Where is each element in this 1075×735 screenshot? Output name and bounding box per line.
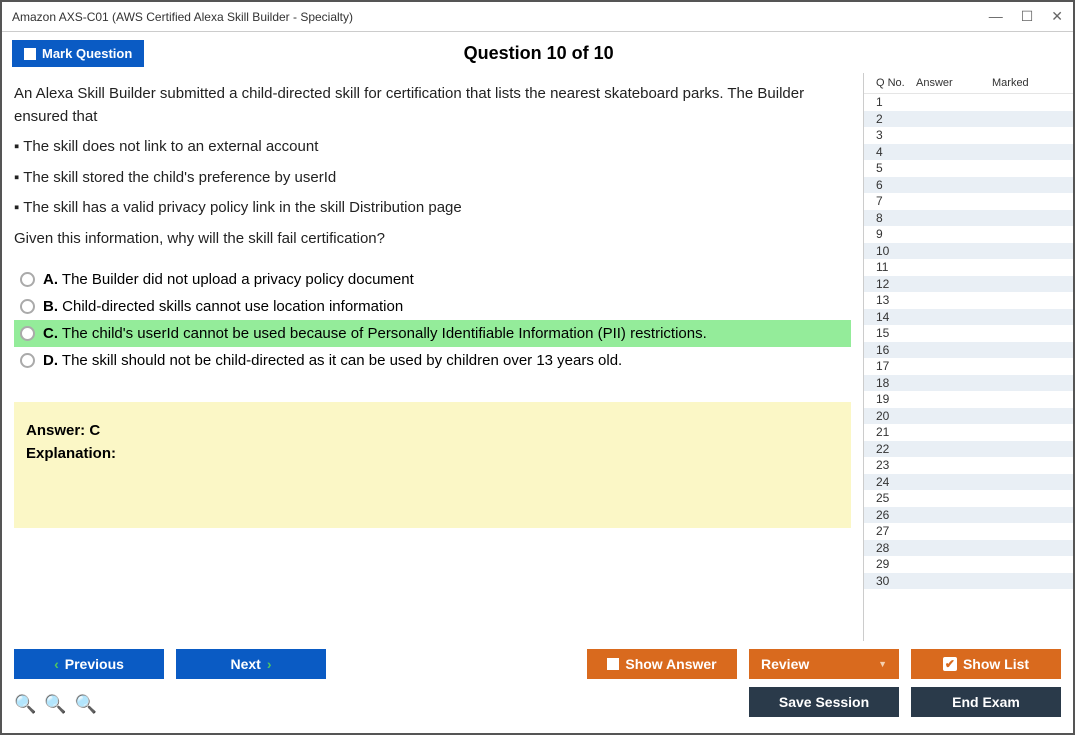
save-session-button[interactable]: Save Session (749, 687, 899, 717)
check-icon: ✔ (943, 657, 957, 671)
bullet-item: ▪ The skill does not link to an external… (14, 136, 851, 159)
previous-button[interactable]: ‹ Previous (14, 649, 164, 679)
body: An Alexa Skill Builder submitted a child… (2, 73, 1073, 641)
next-button[interactable]: Next › (176, 649, 326, 679)
question-list-row[interactable]: 23 (864, 457, 1073, 474)
question-list-row[interactable]: 4 (864, 144, 1073, 161)
question-list-row[interactable]: 7 (864, 193, 1073, 210)
chevron-right-icon: › (267, 656, 272, 672)
answer-line: Answer: C (26, 422, 839, 439)
question-list-row[interactable]: 6 (864, 177, 1073, 194)
footer: ‹ Previous Next › Show Answer Review ▼ ✔… (2, 641, 1073, 733)
bullet-item: ▪ The skill has a valid privacy policy l… (14, 197, 851, 220)
option-b[interactable]: B. Child-directed skills cannot use loca… (14, 293, 851, 320)
window-controls: — ☐ ✕ (989, 8, 1063, 25)
question-list-row[interactable]: 28 (864, 540, 1073, 557)
question-counter: Question 10 of 10 (14, 43, 1063, 64)
radio-icon (20, 299, 35, 314)
end-exam-button[interactable]: End Exam (911, 687, 1061, 717)
question-list-row[interactable]: 3 (864, 127, 1073, 144)
radio-icon (20, 353, 35, 368)
question-list-row[interactable]: 5 (864, 160, 1073, 177)
question-list-row[interactable]: 11 (864, 259, 1073, 276)
question-list-row[interactable]: 1 (864, 94, 1073, 111)
question-bullets: ▪ The skill does not link to an external… (14, 136, 851, 220)
question-list-row[interactable]: 22 (864, 441, 1073, 458)
question-list-row[interactable]: 17 (864, 358, 1073, 375)
question-list-panel: Q No. Answer Marked 12345678910111213141… (863, 73, 1073, 641)
question-list-row[interactable]: 30 (864, 573, 1073, 590)
question-list-row[interactable]: 29 (864, 556, 1073, 573)
bullet-item: ▪ The skill stored the child's preferenc… (14, 167, 851, 190)
chevron-down-icon: ▼ (878, 659, 887, 669)
header-bar: Mark Question Question 10 of 10 (2, 32, 1073, 73)
question-list-row[interactable]: 14 (864, 309, 1073, 326)
show-answer-button[interactable]: Show Answer (587, 649, 737, 679)
window-title: Amazon AXS-C01 (AWS Certified Alexa Skil… (12, 10, 989, 24)
question-list-row[interactable]: 20 (864, 408, 1073, 425)
question-list-row[interactable]: 2 (864, 111, 1073, 128)
answer-panel: Answer: C Explanation: (14, 402, 851, 528)
question-list-row[interactable]: 26 (864, 507, 1073, 524)
titlebar: Amazon AXS-C01 (AWS Certified Alexa Skil… (2, 2, 1073, 32)
question-list-row[interactable]: 18 (864, 375, 1073, 392)
question-list-row[interactable]: 13 (864, 292, 1073, 309)
question-list-row[interactable]: 15 (864, 325, 1073, 342)
question-list-row[interactable]: 9 (864, 226, 1073, 243)
app-window: Amazon AXS-C01 (AWS Certified Alexa Skil… (0, 0, 1075, 735)
close-icon[interactable]: ✕ (1051, 8, 1063, 25)
zoom-controls: 🔍 🔍 🔍 (14, 694, 97, 715)
zoom-in-icon[interactable]: 🔍 (14, 694, 36, 715)
footer-row-2: 🔍 🔍 🔍 Save Session End Exam (14, 687, 1061, 717)
maximize-icon[interactable]: ☐ (1021, 8, 1034, 25)
col-marked: Marked (992, 77, 1067, 89)
question-list-row[interactable]: 21 (864, 424, 1073, 441)
zoom-reset-icon[interactable]: 🔍 (44, 694, 66, 715)
zoom-out-icon[interactable]: 🔍 (75, 694, 97, 715)
option-a[interactable]: A. The Builder did not upload a privacy … (14, 266, 851, 293)
question-intro: An Alexa Skill Builder submitted a child… (14, 83, 851, 128)
review-dropdown[interactable]: Review ▼ (749, 649, 899, 679)
question-list[interactable]: 1234567891011121314151617181920212223242… (864, 94, 1073, 641)
radio-icon (20, 326, 35, 341)
question-list-row[interactable]: 25 (864, 490, 1073, 507)
option-c[interactable]: C. The child's userId cannot be used bec… (14, 320, 851, 347)
question-list-row[interactable]: 12 (864, 276, 1073, 293)
option-d[interactable]: D. The skill should not be child-directe… (14, 347, 851, 374)
col-answer: Answer (916, 77, 992, 89)
question-list-row[interactable]: 10 (864, 243, 1073, 260)
question-list-row[interactable]: 16 (864, 342, 1073, 359)
question-panel: An Alexa Skill Builder submitted a child… (2, 73, 863, 641)
question-text: An Alexa Skill Builder submitted a child… (14, 77, 851, 256)
minimize-icon[interactable]: — (989, 8, 1003, 25)
question-list-row[interactable]: 24 (864, 474, 1073, 491)
question-list-header: Q No. Answer Marked (864, 73, 1073, 94)
chevron-left-icon: ‹ (54, 656, 59, 672)
col-qno: Q No. (876, 77, 916, 89)
question-prompt: Given this information, why will the ski… (14, 228, 851, 251)
question-list-row[interactable]: 8 (864, 210, 1073, 227)
square-icon (607, 658, 619, 670)
explanation-label: Explanation: (26, 445, 839, 462)
question-list-row[interactable]: 27 (864, 523, 1073, 540)
radio-icon (20, 272, 35, 287)
footer-row-1: ‹ Previous Next › Show Answer Review ▼ ✔… (14, 649, 1061, 679)
question-list-row[interactable]: 19 (864, 391, 1073, 408)
options-list: A. The Builder did not upload a privacy … (14, 266, 851, 374)
show-list-button[interactable]: ✔ Show List (911, 649, 1061, 679)
